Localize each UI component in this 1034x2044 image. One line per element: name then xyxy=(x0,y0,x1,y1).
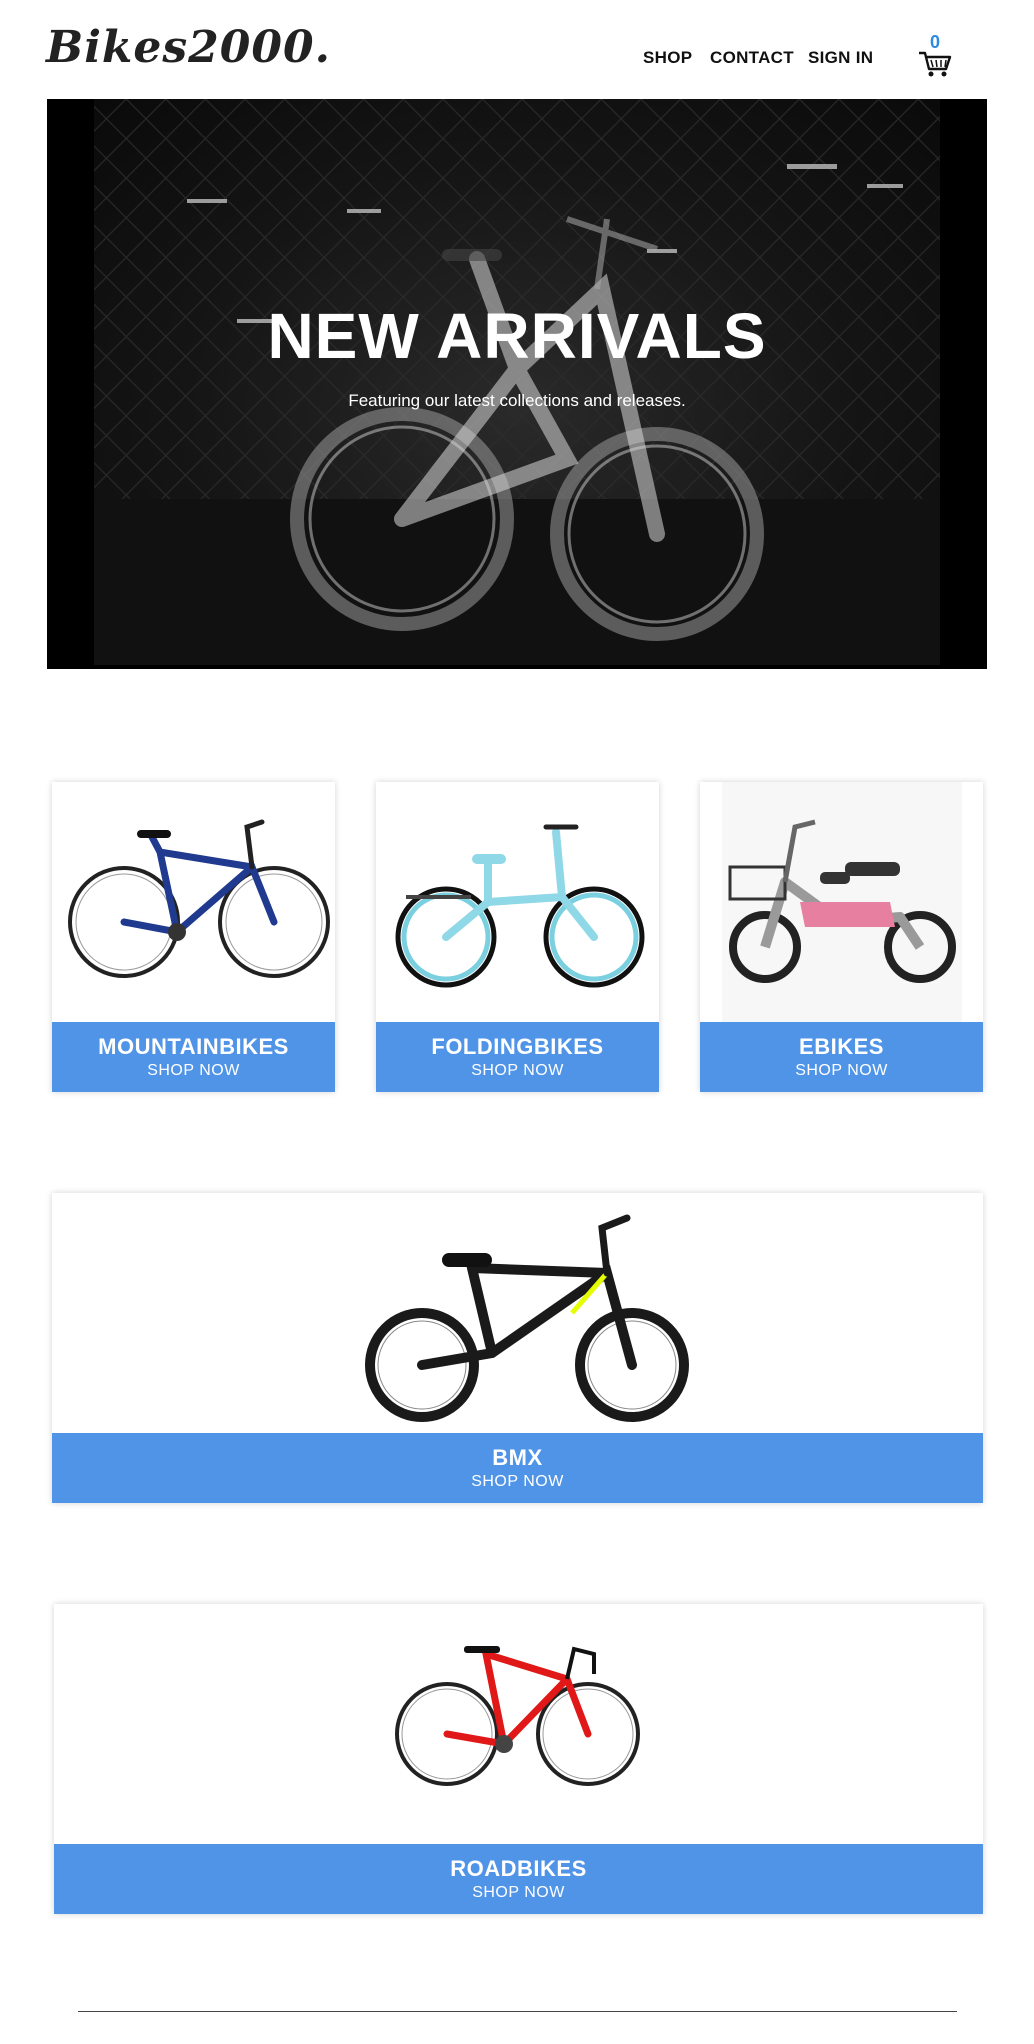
shop-now-link[interactable]: SHOP NOW xyxy=(376,1062,659,1080)
category-band[interactable]: BMX SHOP NOW xyxy=(52,1433,983,1503)
category-title: EBIKES xyxy=(799,1034,884,1059)
shop-now-link[interactable]: SHOP NOW xyxy=(52,1473,983,1491)
shop-now-link[interactable]: SHOP NOW xyxy=(52,1062,335,1080)
category-card-foldingbikes[interactable]: FOLDINGBIKES SHOP NOW xyxy=(376,782,659,1092)
hero-title: NEW ARRIVALS xyxy=(267,300,767,372)
mountainbike-image xyxy=(68,819,330,978)
category-band[interactable]: ROADBIKES SHOP NOW xyxy=(54,1844,983,1914)
category-title: FOLDINGBIKES xyxy=(431,1034,604,1059)
foldingbike-image xyxy=(395,824,645,988)
category-title: MOUNTAINBIKES xyxy=(98,1034,289,1059)
category-card-roadbikes[interactable]: ROADBIKES SHOP NOW xyxy=(54,1604,983,1914)
category-card-mountainbikes[interactable]: MOUNTAINBIKES SHOP NOW xyxy=(52,782,335,1092)
category-title: ROADBIKES xyxy=(450,1856,587,1881)
cart-button[interactable]: 0 xyxy=(916,30,956,80)
category-band[interactable]: EBIKES SHOP NOW xyxy=(700,1022,983,1092)
category-band[interactable]: MOUNTAINBIKES SHOP NOW xyxy=(52,1022,335,1092)
category-card-ebikes[interactable]: EBIKES SHOP NOW xyxy=(700,782,983,1092)
category-band[interactable]: FOLDINGBIKES SHOP NOW xyxy=(376,1022,659,1092)
ebike-image xyxy=(722,782,962,1022)
site-logo[interactable]: Bikes2000. xyxy=(46,22,331,73)
nav-signin-link[interactable]: SIGN IN xyxy=(808,48,873,68)
nav-contact-link[interactable]: CONTACT xyxy=(710,48,794,68)
hero-subtitle: Featuring our latest collections and rel… xyxy=(348,391,686,410)
shop-now-link[interactable]: SHOP NOW xyxy=(700,1062,983,1080)
site-header: Bikes2000. SHOP CONTACT SIGN IN 0 xyxy=(0,0,1034,100)
category-card-bmx[interactable]: BMX SHOP NOW xyxy=(52,1193,983,1503)
bmx-image xyxy=(365,1214,689,1422)
shop-now-link[interactable]: SHOP NOW xyxy=(54,1884,983,1902)
hero-bike-image xyxy=(94,99,940,665)
footer-divider xyxy=(78,2011,957,2012)
category-title: BMX xyxy=(492,1445,543,1470)
cart-icon xyxy=(919,51,952,77)
nav-shop-link[interactable]: SHOP xyxy=(643,48,692,68)
roadbike-image xyxy=(395,1646,640,1786)
hero-banner: NEW ARRIVALS Featuring our latest collec… xyxy=(47,99,987,669)
